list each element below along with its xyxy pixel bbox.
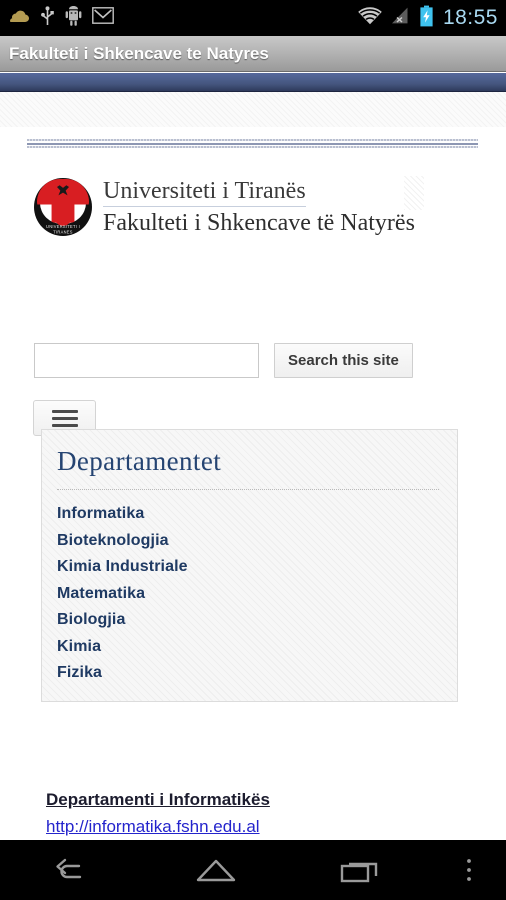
page-top-divider (27, 139, 478, 148)
hamburger-line (51, 409, 78, 413)
webview[interactable]: UNIVERSITETI I TIRANES Universiteti i Ti… (0, 92, 506, 840)
department-link-group: Departamenti i Informatikës http://infor… (46, 787, 466, 840)
nav-more-options-button[interactable] (432, 840, 506, 900)
department-link-url[interactable]: http://informatika.fshn.edu.al (46, 814, 466, 840)
logo-ring-text: UNIVERSITETI I TIRANES (46, 223, 80, 235)
header-decoration (404, 176, 424, 210)
nav-recents-button[interactable] (288, 840, 432, 900)
gmail-icon (92, 7, 114, 29)
university-logo-icon: UNIVERSITETI I TIRANES (34, 178, 92, 236)
android-device-screen: 18:55 Fakulteti i Shkencave te Natyres U… (0, 0, 506, 900)
wifi-icon (357, 6, 383, 30)
android-navigation-bar (0, 840, 506, 900)
department-item[interactable]: Fizika (57, 660, 439, 687)
department-link-heading[interactable]: Departamenti i Informatikës (46, 787, 270, 813)
battery-charging-icon (419, 5, 434, 32)
android-debug-icon (65, 5, 82, 31)
page-top-texture (0, 92, 506, 127)
usb-icon (40, 5, 55, 31)
app-title: Fakulteti i Shkencave te Natyres (9, 43, 269, 63)
departments-separator (57, 489, 439, 490)
overflow-menu-icon (467, 859, 471, 881)
no-signal-icon (390, 6, 412, 30)
faculty-name: Fakulteti i Shkencave të Natyrës (103, 209, 415, 236)
department-links-block: Departamenti i Informatikës http://infor… (46, 787, 466, 840)
app-title-bar: Fakulteti i Shkencave te Natyres (0, 36, 506, 72)
department-item[interactable]: Bioteknologjia (57, 528, 439, 555)
university-name: Universiteti i Tiranës (103, 178, 306, 207)
recent-apps-icon (340, 862, 378, 883)
department-item[interactable]: Kimia (57, 634, 439, 661)
status-bar: 18:55 (0, 0, 506, 36)
nav-back-button[interactable] (0, 840, 144, 900)
search-this-site-button[interactable]: Search this site (274, 343, 413, 378)
department-item[interactable]: Matematika (57, 581, 439, 608)
departments-panel: Departamentet Informatika Bioteknologjia… (41, 429, 458, 702)
cloud-backup-icon (8, 8, 30, 29)
back-arrow-icon (56, 858, 82, 879)
nav-home-button[interactable] (144, 840, 288, 900)
hamburger-line (51, 423, 78, 427)
site-search-row: Search this site (34, 343, 413, 378)
status-bar-right-icons: 18:55 (357, 5, 498, 32)
home-icon (196, 859, 236, 882)
hamburger-line (51, 416, 78, 420)
department-item[interactable]: Kimia Industriale (57, 554, 439, 581)
status-bar-clock: 18:55 (442, 6, 498, 29)
department-item[interactable]: Biologjia (57, 607, 439, 634)
search-input[interactable] (34, 343, 259, 378)
status-bar-left-icons (8, 5, 114, 31)
browser-chrome-strip (0, 73, 506, 92)
department-item[interactable]: Informatika (57, 501, 439, 528)
departments-panel-title: Departamentet (57, 446, 222, 476)
site-title-block: Universiteti i Tiranës Fakulteti i Shken… (103, 176, 415, 238)
site-header[interactable]: UNIVERSITETI I TIRANES Universiteti i Ti… (34, 176, 474, 238)
